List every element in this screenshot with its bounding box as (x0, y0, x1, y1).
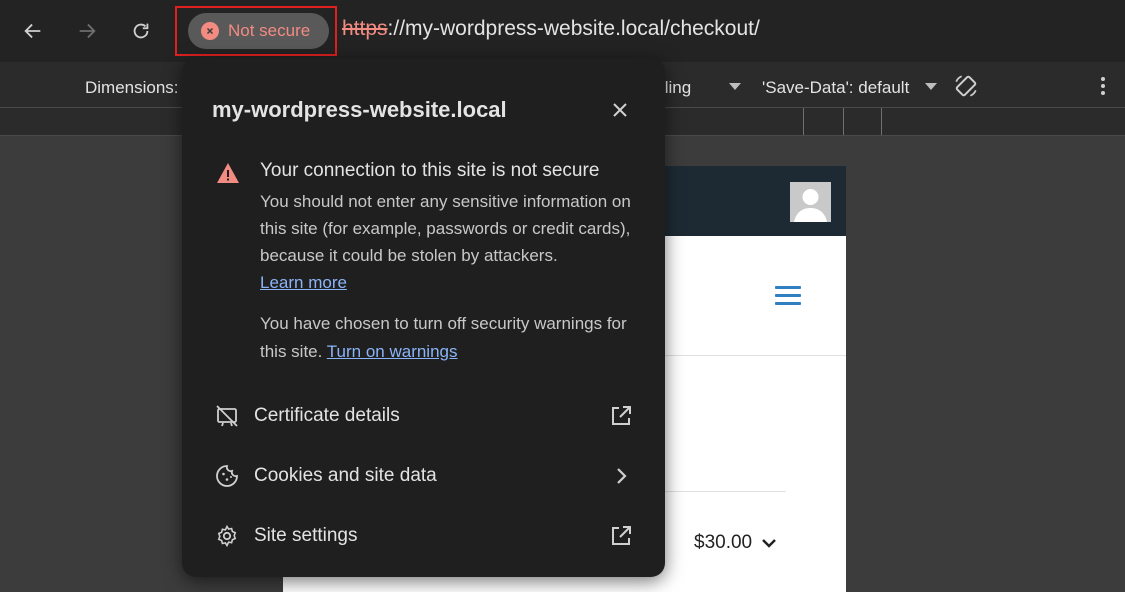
warning-icon (217, 163, 239, 183)
popup-title: my-wordpress-website.local (212, 97, 507, 122)
site-settings-label: Site settings (254, 525, 358, 546)
forward-button[interactable] (70, 14, 104, 48)
chevron-down-icon[interactable] (925, 83, 937, 90)
cookies-site-data-item[interactable]: Cookies and site data (182, 448, 665, 504)
security-chip-label: Not secure (228, 21, 311, 40)
arrow-left-icon (24, 23, 41, 39)
chevron-right-icon (617, 468, 627, 484)
warning-text: You should not enter any sensitive infor… (260, 188, 645, 296)
certificate-details-item[interactable]: Certificate details (182, 388, 665, 444)
chevron-down-icon[interactable] (729, 83, 741, 90)
reload-button[interactable] (124, 14, 158, 48)
ruler-tick (843, 108, 844, 135)
avatar[interactable] (790, 182, 831, 222)
turn-on-warnings-link[interactable]: Turn on warnings (327, 342, 458, 361)
close-icon (613, 103, 627, 117)
warning-title: Your connection to this site is not secu… (260, 160, 600, 181)
warnings-off-text: You have chosen to turn off security war… (260, 310, 645, 366)
ruler-tick (803, 108, 804, 135)
address-bar[interactable]: https://my-wordpress-website.local/check… (342, 17, 760, 41)
order-total: $30.00 (694, 532, 753, 553)
arrow-right-icon (79, 23, 96, 39)
external-link-icon (612, 406, 631, 425)
close-button[interactable] (606, 96, 634, 124)
url-rest: ://my-wordpress-website.local/checkout/ (387, 17, 760, 40)
external-link-icon (612, 526, 631, 545)
back-button[interactable] (16, 14, 50, 48)
learn-more-link[interactable]: Learn more (260, 273, 347, 292)
menu-icon[interactable] (775, 286, 801, 306)
url-scheme: https (342, 17, 388, 40)
certificate-off-icon (216, 405, 238, 427)
gear-icon (217, 524, 237, 548)
warning-body: You should not enter any sensitive infor… (260, 192, 631, 265)
security-chip[interactable]: Not secure (188, 13, 329, 49)
chevron-down-icon[interactable] (760, 537, 778, 549)
site-settings-item[interactable]: Site settings (182, 508, 665, 564)
error-circle-icon (201, 22, 219, 40)
cookies-site-data-label: Cookies and site data (254, 465, 437, 486)
save-data-select[interactable]: 'Save-Data': default (762, 78, 909, 98)
dimensions-label[interactable]: Dimensions: (85, 78, 179, 98)
user-icon (794, 189, 827, 222)
certificate-details-label: Certificate details (254, 405, 400, 426)
site-info-popup: my-wordpress-website.local Your connecti… (182, 58, 665, 577)
cookie-icon (216, 465, 238, 487)
rotate-icon[interactable] (953, 73, 979, 99)
more-vertical-icon[interactable] (1096, 76, 1110, 96)
reload-icon (133, 23, 149, 39)
ruler-tick (881, 108, 882, 135)
browser-toolbar: Not secure https://my-wordpress-website.… (0, 0, 1125, 62)
